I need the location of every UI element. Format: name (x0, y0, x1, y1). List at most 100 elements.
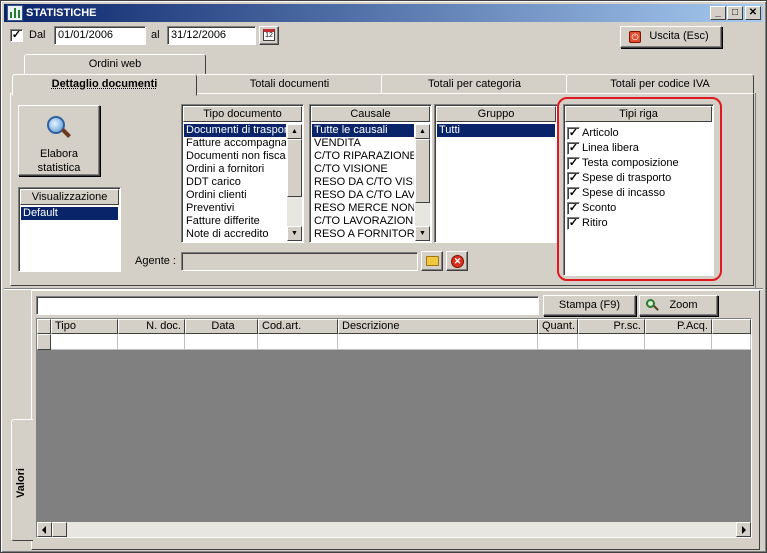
list-item[interactable]: Tutte le causali (312, 124, 414, 137)
tipo-documento-scrollbar[interactable]: ▲ ▼ (287, 124, 302, 241)
tipo-riga-linea-libera[interactable]: ✓ Linea libera (567, 142, 707, 156)
exit-button[interactable]: ⏻ Uscita (Esc) (620, 26, 722, 48)
scroll-up-icon[interactable]: ▲ (415, 124, 430, 139)
scroll-right-icon[interactable] (736, 522, 751, 537)
scroll-left-icon[interactable] (37, 522, 52, 537)
visualizzazione-list[interactable]: Visualizzazione Default (18, 187, 121, 272)
tipo-riga-ritiro[interactable]: ✓ Ritiro (567, 217, 707, 231)
tipo-riga-spese-trasporto[interactable]: ✓ Spese di trasporto (567, 172, 707, 186)
scroll-down-icon[interactable]: ▼ (415, 226, 430, 241)
list-item[interactable]: Preventivi (184, 202, 286, 215)
tipo-documento-list[interactable]: Tipo documento Documenti di trasporto Fa… (181, 104, 304, 243)
linea-libera-checkbox[interactable]: ✓ (567, 142, 580, 155)
list-item[interactable]: C/TO VISIONE (312, 163, 414, 176)
causale-scrollbar[interactable]: ▲ ▼ (415, 124, 430, 241)
ritiro-checkbox[interactable]: ✓ (567, 217, 580, 230)
list-item[interactable]: RESO DA C/TO LAVORAZIONE (312, 189, 414, 202)
col-header-prsc[interactable]: Pr.sc. (578, 319, 645, 334)
calendar-button[interactable]: 12 (259, 26, 279, 45)
list-item[interactable]: DDT carico (184, 176, 286, 189)
tab-totali-documenti-label: Totali documenti (249, 78, 330, 90)
list-item[interactable]: VENDITA (312, 137, 414, 150)
list-item[interactable]: Fatture differite (184, 215, 286, 228)
col-header-codart[interactable]: Cod.art. (258, 319, 338, 334)
tab-ordini-web[interactable]: Ordini web (24, 54, 206, 74)
tab-valori[interactable]: Valori (11, 419, 33, 541)
table-cell[interactable] (645, 334, 712, 350)
spese-incasso-checkbox[interactable]: ✓ (567, 187, 580, 200)
table-cell[interactable] (258, 334, 338, 350)
stampa-button-label: Stampa (F9) (558, 299, 621, 311)
data-grid[interactable] (36, 318, 752, 538)
tab-totali-categoria[interactable]: Totali per categoria (381, 74, 568, 94)
tab-dettaglio-documenti-label: Dettaglio documenti (51, 78, 158, 90)
table-cell[interactable] (712, 334, 751, 350)
list-item[interactable]: C/TO RIPARAZIONE (312, 150, 414, 163)
list-item[interactable]: Ordini a fornitori (184, 163, 286, 176)
tab-totali-documenti[interactable]: Totali documenti (196, 74, 383, 94)
linea-libera-label: Linea libera (582, 142, 639, 154)
dal-checkbox[interactable]: ✓ (10, 29, 23, 42)
scroll-thumb[interactable] (415, 139, 430, 203)
col-header-extra[interactable] (712, 319, 751, 334)
agente-field[interactable] (181, 252, 418, 271)
close-button[interactable]: ✕ (745, 6, 761, 20)
list-item[interactable]: Fatture accompagnatorie (184, 137, 286, 150)
gruppo-list[interactable]: Gruppo Tutti (434, 104, 558, 243)
table-cell[interactable] (118, 334, 185, 350)
articolo-label: Articolo (582, 127, 619, 139)
zoom-button[interactable]: Zoom (639, 295, 718, 316)
testa-composizione-checkbox[interactable]: ✓ (567, 157, 580, 170)
gruppo-item-tutti[interactable]: Tutti (437, 124, 555, 137)
scroll-down-icon[interactable]: ▼ (287, 226, 302, 241)
list-item[interactable]: RESO DA C/TO VISIONE (312, 176, 414, 189)
grid-row-indicator[interactable] (37, 334, 51, 350)
agente-clear-button[interactable]: ✕ (446, 251, 468, 271)
col-header-quant[interactable]: Quant. (538, 319, 578, 334)
causale-header: Causale (311, 106, 430, 122)
tipo-riga-testa-composizione[interactable]: ✓ Testa composizione (567, 157, 707, 171)
scroll-thumb[interactable] (287, 139, 302, 197)
tipo-riga-sconto[interactable]: ✓ Sconto (567, 202, 707, 216)
dal-label: Dal (29, 29, 46, 41)
sconto-checkbox[interactable]: ✓ (567, 202, 580, 215)
grid-hscrollbar[interactable] (37, 522, 751, 537)
table-row[interactable] (51, 334, 118, 350)
visualizzazione-item-default[interactable]: Default (21, 207, 118, 220)
stampa-button[interactable]: Stampa (F9) (543, 295, 636, 316)
tipo-riga-articolo[interactable]: ✓ Articolo (567, 127, 707, 141)
list-item[interactable]: C/TO LAVORAZIONE (312, 215, 414, 228)
list-item[interactable]: Ordini clienti (184, 189, 286, 202)
table-cell[interactable] (538, 334, 578, 350)
list-item[interactable]: RESO MERCE NON CONFORME (312, 202, 414, 215)
agente-browse-button[interactable] (421, 251, 443, 271)
spese-trasporto-checkbox[interactable]: ✓ (567, 172, 580, 185)
col-header-tipo[interactable]: Tipo (51, 319, 118, 334)
list-item[interactable]: Note di accredito (184, 228, 286, 241)
elabora-statistica-button[interactable]: Elabora statistica (18, 105, 100, 176)
minimize-button[interactable]: _ (710, 6, 726, 20)
table-cell[interactable] (338, 334, 538, 350)
causale-list[interactable]: Causale Tutte le causali VENDITA C/TO RI… (309, 104, 432, 243)
list-item[interactable]: Documenti non fiscali (184, 150, 286, 163)
col-header-ndoc[interactable]: N. doc. (118, 319, 185, 334)
maximize-button[interactable]: □ (727, 6, 743, 20)
search-input[interactable] (36, 296, 539, 315)
scroll-thumb[interactable] (52, 522, 67, 537)
table-cell[interactable] (578, 334, 645, 350)
list-item[interactable]: Documenti di trasporto (184, 124, 286, 137)
tab-dettaglio-documenti[interactable]: Dettaglio documenti (12, 74, 197, 96)
list-item[interactable]: RESO A FORNITORE (312, 228, 414, 241)
col-header-pacq[interactable]: P.Acq. (645, 319, 712, 334)
table-cell[interactable] (185, 334, 258, 350)
col-header-data[interactable]: Data (185, 319, 258, 334)
title-bar[interactable]: STATISTICHE _ □ ✕ (4, 4, 763, 22)
date-to-field[interactable]: 31/12/2006 (167, 26, 256, 45)
articolo-checkbox[interactable]: ✓ (567, 127, 580, 140)
tipi-riga-list[interactable]: Tipi riga ✓ Articolo ✓ Linea libera ✓ Te… (563, 104, 714, 276)
scroll-up-icon[interactable]: ▲ (287, 124, 302, 139)
col-header-descrizione[interactable]: Descrizione (338, 319, 538, 334)
date-from-field[interactable]: 01/01/2006 (54, 26, 146, 45)
tab-totali-iva[interactable]: Totali per codice IVA (566, 74, 754, 94)
tipo-riga-spese-incasso[interactable]: ✓ Spese di incasso (567, 187, 707, 201)
